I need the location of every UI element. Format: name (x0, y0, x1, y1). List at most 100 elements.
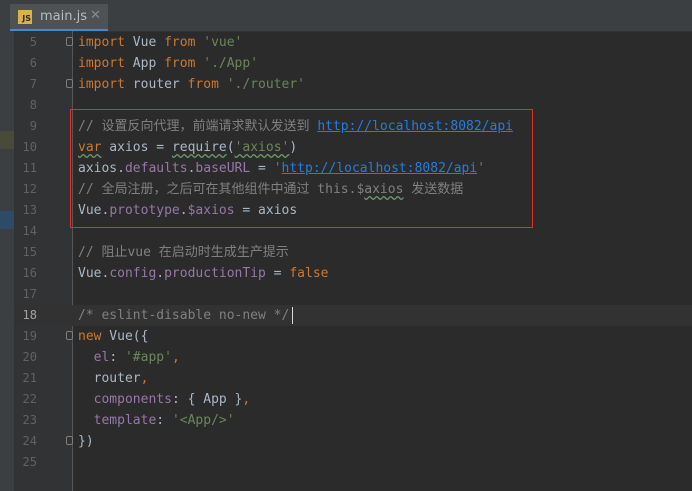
line-number: 18 (22, 308, 37, 322)
code-token: config (109, 266, 157, 281)
code-token: // 全局注册，之后可在其他组件中通过 this.$ (78, 182, 365, 197)
code-text: el: '#app', (78, 347, 180, 368)
code-line[interactable]: 9 // 设置反向代理，前端请求默认发送到 http://localhost:80… (15, 116, 692, 137)
code-line[interactable]: 11 axios.defaults.baseURL = 'http://local… (15, 158, 692, 179)
code-token: '#app' (124, 350, 172, 365)
code-token: = (265, 266, 290, 281)
code-editor[interactable]: 5 import Vue from 'vue' 6 import App from '… (15, 32, 692, 473)
code-line[interactable]: 23 template: '<App/>' (15, 410, 692, 431)
line-number: 11 (22, 161, 37, 175)
code-text: // 阻止vue 在启动时生成生产提示 (78, 242, 289, 263)
code-token: ' (477, 161, 486, 176)
line-number: 8 (29, 98, 37, 112)
code-token: Vue (124, 35, 165, 50)
line-number: 7 (29, 77, 37, 91)
close-icon[interactable]: ✕ (90, 8, 101, 23)
tool-window-strip (0, 31, 15, 491)
code-text: import App from './App' (78, 53, 258, 74)
line-number: 9 (29, 119, 37, 133)
code-token: router (78, 371, 141, 386)
code-line[interactable]: 25 (15, 452, 692, 473)
line-number: 25 (22, 455, 37, 469)
code-text: /* eslint-disable no-new */ (78, 305, 289, 326)
code-token: http://localhost:8082/api (281, 161, 478, 176)
code-token: ) (289, 140, 298, 155)
line-number: 20 (22, 350, 37, 364)
fold-icon[interactable] (66, 79, 73, 88)
line-number: 13 (22, 203, 37, 217)
code-token: import (78, 35, 125, 50)
code-token: from (164, 56, 196, 71)
code-line[interactable]: 8 (15, 95, 692, 116)
code-token: : (156, 413, 172, 428)
line-number: 12 (22, 182, 37, 196)
code-token: './router' (226, 77, 306, 92)
code-token: import (78, 77, 125, 92)
code-token: new (78, 329, 102, 344)
code-line[interactable]: 10 var axios = require('axios') (15, 137, 692, 158)
code-token: components (93, 392, 172, 407)
code-token: /* eslint-disable no-new */ (78, 308, 290, 323)
code-text: }) (78, 431, 94, 452)
fold-icon[interactable] (66, 37, 73, 46)
code-line[interactable]: 12 // 全局注册，之后可在其他组件中通过 this.$axios 发送数据 (15, 179, 692, 200)
line-number: 19 (22, 329, 37, 343)
code-line[interactable]: 19 new Vue({ (15, 326, 692, 347)
line-number: 21 (22, 371, 37, 385)
code-token: './App' (203, 56, 259, 71)
code-token: : (109, 350, 125, 365)
code-token: '<App/>' (171, 413, 235, 428)
fold-icon[interactable] (66, 436, 73, 445)
code-line[interactable]: 13 Vue.prototype.$axios = axios (15, 200, 692, 221)
code-line[interactable]: 21 router, (15, 368, 692, 389)
code-token: Vue. (78, 203, 110, 218)
code-token: false (289, 266, 329, 281)
code-line[interactable]: 16 Vue.config.productionTip = false (15, 263, 692, 284)
code-token: . (179, 203, 188, 218)
code-line[interactable]: 20 el: '#app', (15, 347, 692, 368)
code-text: import router from './router' (78, 74, 305, 95)
code-line[interactable]: 6 import App from './App' (15, 53, 692, 74)
code-token: 'vue' (203, 35, 243, 50)
code-line[interactable]: 15 // 阻止vue 在启动时生成生产提示 (15, 242, 692, 263)
code-token: productionTip (164, 266, 266, 281)
code-token: from (187, 77, 219, 92)
code-line[interactable]: 14 (15, 221, 692, 242)
line-number: 16 (22, 266, 37, 280)
line-number: 15 (22, 245, 37, 259)
code-line[interactable]: 7 import router from './router' (15, 74, 692, 95)
code-token: defaults (124, 161, 188, 176)
code-token: require (171, 140, 227, 155)
code-token: ( (226, 140, 235, 155)
code-token: var (78, 140, 102, 155)
code-line[interactable]: 22 components: { App }, (15, 389, 692, 410)
code-text: import Vue from 'vue' (78, 32, 242, 53)
code-token: Vue. (78, 266, 110, 281)
code-line[interactable]: 17 (15, 284, 692, 305)
code-line[interactable]: 24}) (15, 431, 692, 452)
code-line[interactable]: 5 import Vue from 'vue' (15, 32, 692, 53)
code-token: = (250, 161, 274, 176)
code-text: // 全局注册，之后可在其他组件中通过 this.$axios 发送数据 (78, 179, 463, 200)
code-token: axios (364, 182, 404, 197)
code-token: template (93, 413, 157, 428)
code-token: , (242, 392, 251, 407)
code-token: . (156, 266, 165, 281)
code-token: , (140, 371, 149, 386)
code-token: }) (78, 434, 94, 449)
code-token: 发送数据 (403, 182, 464, 197)
code-token: // 阻止vue 在启动时生成生产提示 (78, 245, 289, 260)
code-token: baseURL (195, 161, 251, 176)
line-number: 17 (22, 287, 37, 301)
code-text: var axios = require('axios') (78, 137, 297, 158)
code-text: axios.defaults.baseURL = 'http://localho… (78, 158, 485, 179)
line-number: 14 (22, 224, 37, 238)
fold-icon[interactable] (66, 331, 73, 340)
tab-main-js[interactable]: JS main.js ✕ (10, 4, 108, 31)
code-line[interactable]: 18 /* eslint-disable no-new */ (15, 305, 692, 326)
javascript-file-icon: JS (18, 10, 32, 24)
code-token: // 设置反向代理，前端请求默认发送到 (78, 119, 318, 134)
